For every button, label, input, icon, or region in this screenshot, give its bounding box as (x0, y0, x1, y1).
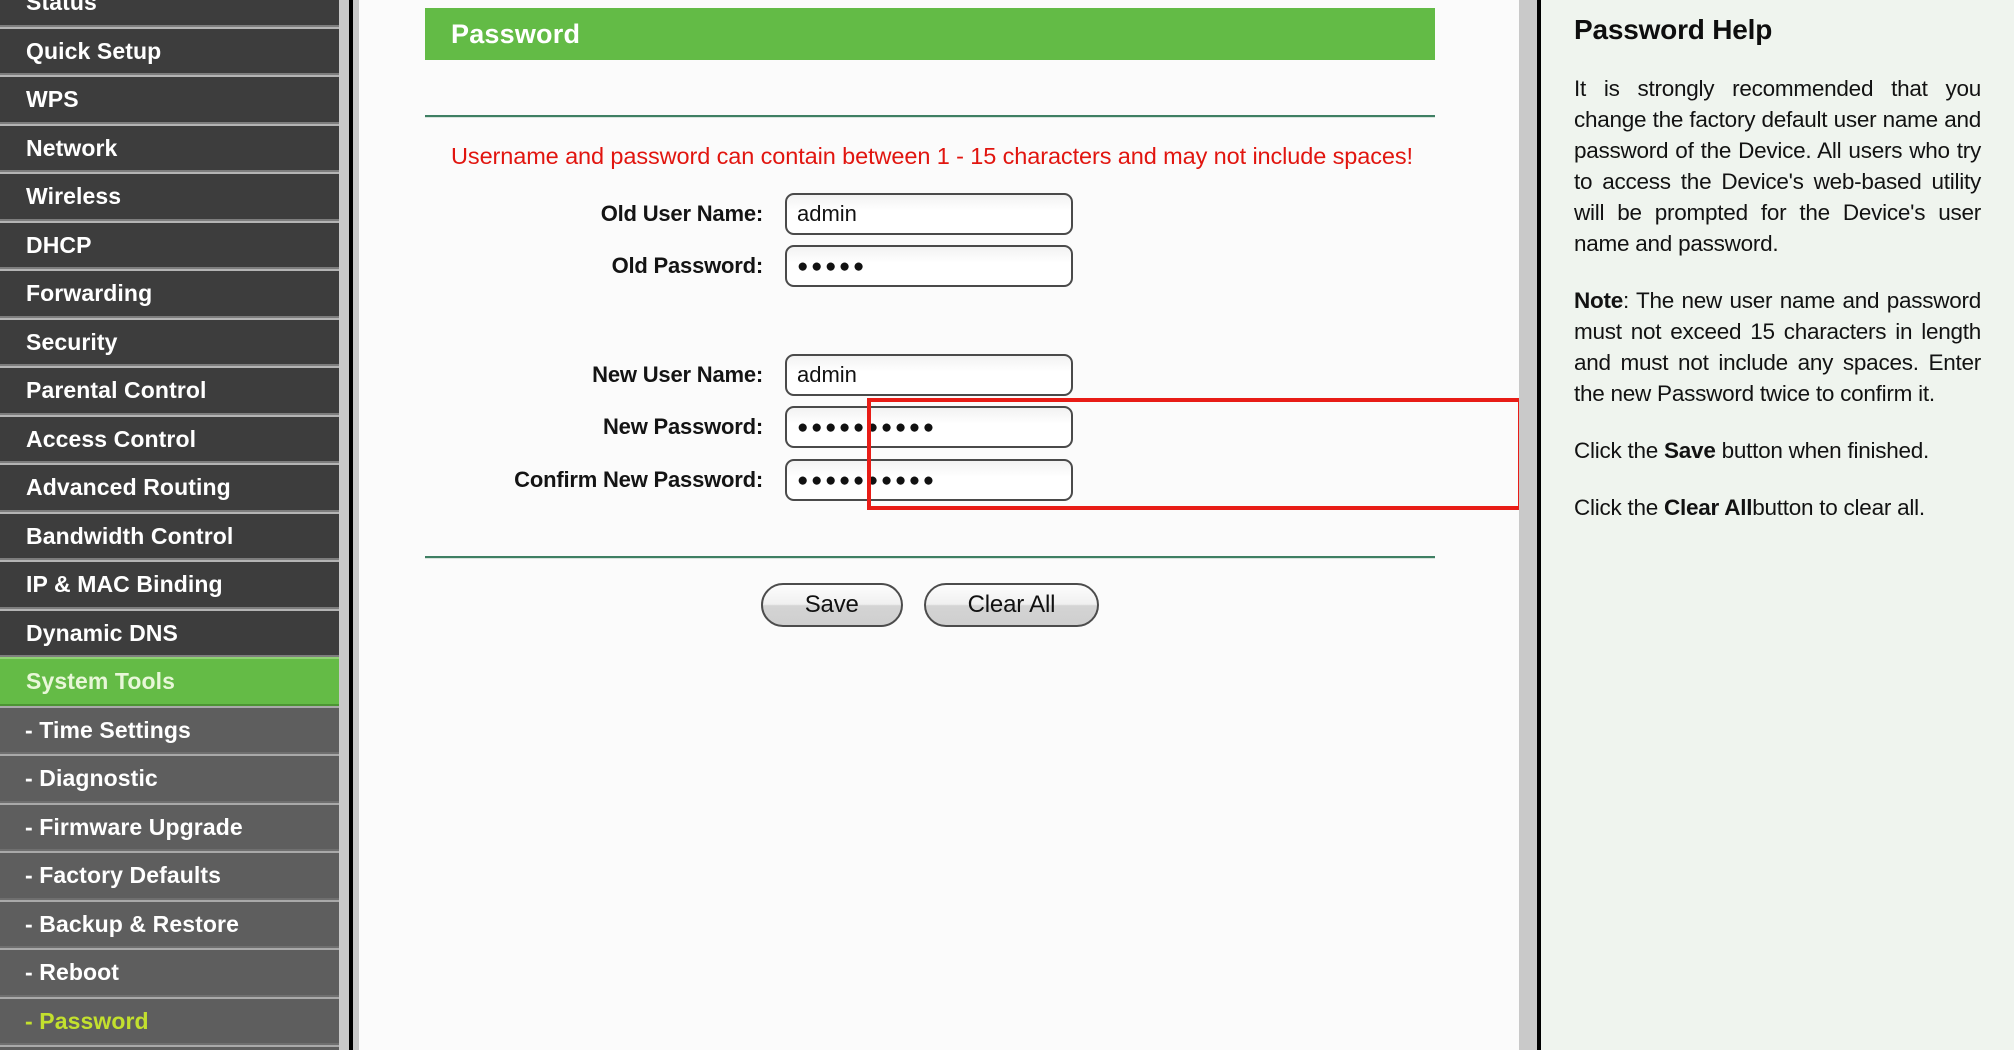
sidebar-item-reboot[interactable]: - Reboot (0, 948, 349, 997)
button-row: Save Clear All (425, 583, 1435, 627)
sidebar-item-password[interactable]: - Password (0, 996, 349, 1045)
help-save-pre: Click the (1574, 438, 1665, 463)
divider-top (425, 115, 1435, 118)
old-password-input[interactable]: ●●●●● (785, 245, 1073, 287)
help-clear-pre: Click the (1574, 495, 1665, 520)
sidebar-item-security[interactable]: Security (0, 317, 349, 366)
help-title: Password Help (1574, 14, 1773, 45)
help-paragraph-intro: It is strongly recommended that you chan… (1574, 76, 1981, 256)
confirm-new-password-input[interactable]: ●●●●●●●●●● (785, 459, 1073, 501)
sidebar-item-network[interactable]: Network (0, 123, 349, 172)
new-user-name-input[interactable]: admin (785, 354, 1073, 396)
password-rules-warning: Username and password can contain betwee… (451, 143, 1413, 169)
help-gutter (1519, 0, 1537, 1050)
sidebar-right-border (349, 0, 353, 1050)
old-password-label: Old Password: (611, 253, 764, 278)
form-row-old-password: Old Password: ●●●●● (359, 245, 1073, 287)
sidebar-item-status[interactable]: Status (0, 0, 349, 27)
sidebar-item-ip-and-mac-binding[interactable]: IP & MAC Binding (0, 560, 349, 609)
new-password-label: New Password: (602, 414, 763, 439)
router-admin-page: Status Quick Setup WPS Network Wireless DHCP F… (0, 0, 2014, 1050)
sidebar-item-time-settings[interactable]: - Time Settings (0, 705, 349, 754)
help-paragraph-clear: Click the Clear Allbutton to clear all. (1574, 492, 1981, 523)
main-content: Password Username and password can conta… (359, 0, 1519, 1050)
sidebar-item-forwarding[interactable]: Forwarding (0, 269, 349, 318)
form-row-confirm-new-password: Confirm New Password: ●●●●●●●●●● (359, 459, 1073, 501)
new-password-input[interactable]: ●●●●●●●●●● (785, 406, 1073, 448)
sidebar-menu-list: Status Quick Setup WPS Network Wireless DHCP F… (0, 0, 349, 1050)
form-row-new-user-name: New User Name: admin (359, 354, 1073, 396)
divider-bottom (425, 556, 1435, 559)
sidebar-item-blank-22[interactable] (0, 1045, 349, 1050)
sidebar-item-firmware-upgrade[interactable]: - Firmware Upgrade (0, 802, 349, 851)
help-paragraph-save: Click the Save button when finished. (1574, 435, 1981, 466)
help-clear-post: button to clear all. (1752, 495, 1925, 520)
sidebar-item-factory-defaults[interactable]: - Factory Defaults (0, 851, 349, 900)
sidebar-item-dynamic-dns[interactable]: Dynamic DNS (0, 608, 349, 657)
help-panel: Password Help It is strongly recommended… (1541, 0, 2014, 1050)
old-user-name-input[interactable]: admin (785, 193, 1073, 235)
sidebar-item-wireless[interactable]: Wireless (0, 172, 349, 221)
sidebar-item-parental-control[interactable]: Parental Control (0, 366, 349, 415)
form-row-old-user-name: Old User Name: admin (359, 193, 1073, 235)
form-row-new-password: New Password: ●●●●●●●●●● (359, 406, 1073, 448)
clear-all-button[interactable]: Clear All (923, 583, 1100, 627)
sidebar-item-system-tools[interactable]: System Tools (0, 657, 349, 706)
old-user-name-label: Old User Name: (600, 201, 763, 226)
help-paragraph-note: Note: The new user name and password mus… (1574, 285, 1981, 409)
sidebar-item-access-control[interactable]: Access Control (0, 414, 349, 463)
new-user-name-label: New User Name: (592, 362, 763, 387)
page-title: Password (425, 8, 1435, 60)
help-save-post: button when finished. (1715, 438, 1930, 463)
sidebar-item-wps[interactable]: WPS (0, 75, 349, 124)
sidebar-nav: Status Quick Setup WPS Network Wireless DHCP F… (0, 0, 359, 1050)
help-note-text: : The new user name and password must no… (1574, 288, 1981, 406)
save-button[interactable]: Save (760, 583, 903, 627)
sidebar-item-backup-and-restore[interactable]: - Backup & Restore (0, 899, 349, 948)
help-clear-bold: Clear All (1664, 495, 1753, 520)
sidebar-item-dhcp[interactable]: DHCP (0, 220, 349, 269)
sidebar-item-bandwidth-control[interactable]: Bandwidth Control (0, 511, 349, 560)
help-save-bold: Save (1664, 438, 1716, 463)
sidebar-item-quick-setup[interactable]: Quick Setup (0, 26, 349, 75)
sidebar-item-advanced-routing[interactable]: Advanced Routing (0, 463, 349, 512)
sidebar-gutter (339, 0, 349, 1050)
confirm-new-password-label: Confirm New Password: (514, 467, 763, 492)
sidebar-item-diagnostic[interactable]: - Diagnostic (0, 754, 349, 803)
help-note-label: Note (1574, 288, 1623, 313)
